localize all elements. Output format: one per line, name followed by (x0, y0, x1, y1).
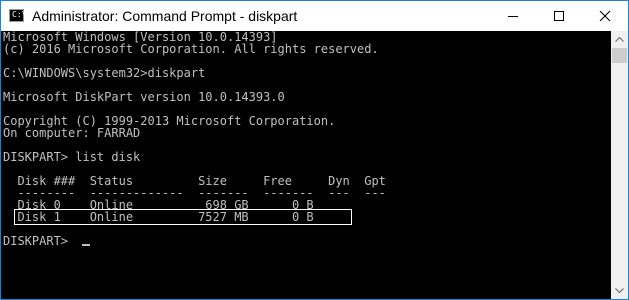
console-output[interactable]: Microsoft Windows [Version 10.0.14393] (… (1, 31, 611, 299)
scroll-down-button[interactable] (611, 282, 628, 299)
console-line: Microsoft DiskPart version 10.0.14393.0 (3, 90, 285, 104)
disk-table-row-highlighted: Disk 1 Online 7527 MB 0 B (3, 210, 314, 224)
command-prompt-icon[interactable]: C:\ (9, 9, 26, 22)
command-prompt-line[interactable]: DISKPART> (3, 234, 91, 248)
title-bar[interactable]: C:\ Administrator: Command Prompt - disk… (1, 1, 628, 31)
console-line: DISKPART> list disk (3, 150, 141, 164)
command-prompt-window: C:\ Administrator: Command Prompt - disk… (0, 0, 629, 300)
chevron-down-icon (615, 288, 624, 293)
close-icon (599, 10, 611, 22)
window-title: Administrator: Command Prompt - diskpart (32, 8, 298, 24)
console-line: On computer: FARRAD (3, 126, 141, 140)
maximize-icon (554, 11, 564, 21)
console-line: (c) 2016 Microsoft Corporation. All righ… (3, 42, 379, 56)
close-button[interactable] (582, 1, 628, 31)
scroll-thumb[interactable] (612, 48, 627, 63)
prompt-text: DISKPART> (3, 234, 76, 248)
minimize-button[interactable] (490, 1, 536, 31)
chevron-up-icon (615, 37, 624, 42)
minimize-icon (508, 16, 518, 17)
console-line: C:\WINDOWS\system32>diskpart (3, 66, 206, 80)
scroll-up-button[interactable] (611, 31, 628, 48)
vertical-scrollbar[interactable] (611, 31, 628, 299)
maximize-button[interactable] (536, 1, 582, 31)
text-cursor (82, 244, 91, 246)
